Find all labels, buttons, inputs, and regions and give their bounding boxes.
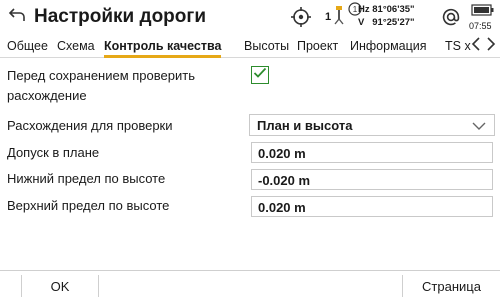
tab-heights[interactable]: Высоты [244, 39, 289, 53]
check-type-select[interactable]: План и высота [249, 114, 495, 136]
chevron-right-icon [486, 36, 496, 56]
back-button[interactable] [4, 4, 30, 30]
hz-angle: 81°06'35" [372, 4, 415, 15]
tab-ts[interactable]: TS x [445, 39, 471, 53]
check-before-save-checkbox[interactable] [251, 66, 269, 84]
page-title: Настройки дороги [34, 6, 206, 27]
tab-bar: Общее Схема Контроль качества Высоты Про… [0, 36, 500, 58]
footer-divider [98, 275, 99, 297]
tab-project[interactable]: Проект [297, 39, 338, 53]
tab-scroll-right[interactable] [483, 36, 499, 56]
upper-height-limit-label: Верхний предел по высоте [7, 198, 170, 213]
target-icon[interactable] [288, 4, 314, 30]
checkmark-icon [253, 66, 267, 84]
tab-scroll-left[interactable] [468, 36, 484, 56]
lower-height-limit-label: Нижний предел по высоте [7, 171, 166, 186]
plan-tolerance-input[interactable]: 0.020 m [251, 142, 493, 163]
satellite-count: 1 [324, 11, 332, 23]
page-button[interactable]: Страница [403, 271, 500, 300]
prism-status[interactable]: 1 [318, 4, 352, 30]
prism-person-icon [333, 5, 345, 30]
check-type-value: План и высота [257, 118, 353, 133]
tab-quality-control[interactable]: Контроль качества [104, 39, 222, 58]
tab-scheme[interactable]: Схема [57, 39, 95, 53]
ok-button[interactable]: OK [22, 271, 98, 300]
lower-height-limit-input[interactable]: -0.020 m [251, 169, 493, 190]
title-bar: Настройки дороги 1 1 Hz 81°06'35" V 91°2… [0, 0, 500, 36]
upper-height-limit-input[interactable]: 0.020 m [251, 196, 493, 217]
check-type-label: Расхождения для проверки [7, 118, 173, 133]
at-sign-icon[interactable] [440, 4, 462, 30]
back-arrow-icon [8, 7, 26, 28]
angle-readout: Hz 81°06'35" V 91°25'27" [358, 4, 415, 28]
chevron-down-icon [472, 119, 486, 134]
softkey-bar: OK Страница [0, 270, 500, 300]
plan-tolerance-label: Допуск в плане [7, 145, 100, 160]
clock: 07:55 [469, 21, 492, 31]
battery-icon [470, 2, 496, 18]
tab-information[interactable]: Информация [350, 39, 427, 53]
v-angle: 91°25'27" [372, 17, 415, 28]
tab-general[interactable]: Общее [7, 39, 48, 53]
chevron-left-icon [471, 36, 481, 56]
check-before-save-label: Перед сохранением проверить расхождение [7, 68, 195, 103]
